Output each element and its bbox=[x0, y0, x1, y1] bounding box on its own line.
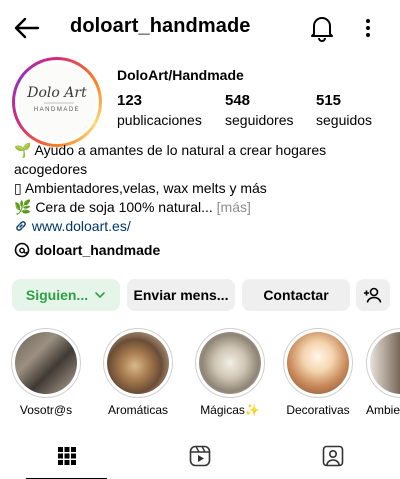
bio-line: 🌱 Ayudo a amantes de lo natural a crear … bbox=[14, 142, 327, 158]
highlight-cover bbox=[370, 332, 400, 394]
threads-badge[interactable]: doloart_handmade bbox=[14, 242, 160, 258]
add-person-icon bbox=[364, 287, 382, 303]
highlight-cover bbox=[15, 332, 77, 394]
bio-more-link[interactable]: [más] bbox=[217, 199, 251, 215]
doloart-logo: Dolo Art HANDMADE bbox=[18, 63, 96, 141]
more-options-icon[interactable] bbox=[358, 14, 378, 42]
profile-tabs bbox=[0, 432, 400, 479]
reels-icon bbox=[189, 445, 210, 466]
profile-handle: doloart_handmade bbox=[70, 15, 251, 37]
bio-line: acogedores bbox=[14, 161, 88, 177]
threads-icon bbox=[14, 242, 30, 258]
highlight-cover bbox=[287, 332, 349, 394]
threads-label: doloart_handmade bbox=[35, 242, 161, 258]
highlight-magicas[interactable]: Mágicas✨ bbox=[194, 328, 266, 417]
profile-bio: 🌱 Ayudo a amantes de lo natural a crear … bbox=[14, 141, 394, 236]
message-button[interactable]: Enviar mens... bbox=[127, 279, 235, 311]
tab-reels[interactable] bbox=[133, 432, 266, 479]
top-bar: doloart_handmade bbox=[0, 0, 400, 56]
bell-icon[interactable] bbox=[309, 14, 335, 42]
highlight-decorativas[interactable]: Decorativas bbox=[282, 328, 354, 417]
bio-line: ▯ Ambientadores,velas, wax melts y más bbox=[14, 180, 267, 196]
posts-stat[interactable]: 123 publicaciones bbox=[117, 92, 202, 128]
tagged-person-icon bbox=[322, 445, 343, 466]
followers-stat[interactable]: 548 seguidores bbox=[225, 92, 294, 128]
highlight-vosotros[interactable]: Vosotr@s bbox=[10, 328, 82, 417]
highlight-aromaticas[interactable]: Aromáticas bbox=[102, 328, 174, 417]
highlight-ambientadores[interactable]: Ambie bbox=[366, 328, 400, 417]
website-link-row[interactable]: www.doloart.es/ bbox=[14, 217, 394, 236]
bio-line: 🌿 Cera de soja 100% natural... [más] bbox=[14, 199, 251, 215]
tab-tagged[interactable] bbox=[266, 432, 399, 479]
back-arrow-icon[interactable] bbox=[12, 14, 42, 42]
profile-name: DoloArt/Handmade bbox=[117, 67, 244, 83]
highlight-cover bbox=[107, 332, 169, 394]
following-stat[interactable]: 515 seguidos bbox=[316, 92, 372, 128]
profile-avatar[interactable]: Dolo Art HANDMADE bbox=[12, 57, 102, 147]
link-icon bbox=[16, 221, 26, 231]
contact-button[interactable]: Contactar bbox=[242, 279, 350, 311]
chevron-down-icon bbox=[95, 292, 105, 299]
tab-posts-grid[interactable] bbox=[0, 432, 133, 479]
suggested-users-button[interactable] bbox=[356, 279, 390, 311]
grid-icon bbox=[57, 446, 76, 465]
highlight-cover bbox=[199, 332, 261, 394]
following-button[interactable]: Siguien... bbox=[12, 279, 120, 311]
website-link[interactable]: www.doloart.es/ bbox=[32, 218, 131, 234]
